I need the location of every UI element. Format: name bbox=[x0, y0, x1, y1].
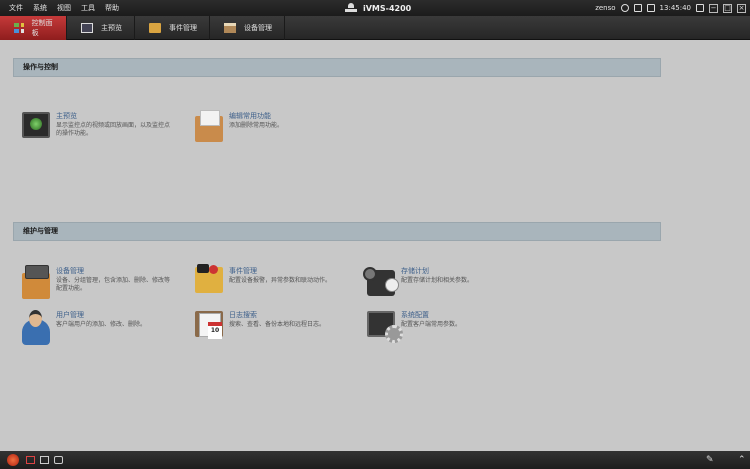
tab-label: 事件管理 bbox=[169, 24, 197, 32]
screen-icon[interactable] bbox=[40, 456, 49, 464]
func-title[interactable]: 设备管理 bbox=[56, 267, 171, 276]
func-user-management[interactable]: 用户管理 客户端用户的添加、修改、删除。 bbox=[22, 310, 171, 345]
menu-file[interactable]: 文件 bbox=[4, 0, 28, 16]
close-button[interactable]: × bbox=[737, 3, 746, 13]
tab-label: 控制面板 bbox=[31, 19, 53, 37]
func-title[interactable]: 系统配置 bbox=[401, 311, 516, 320]
func-desc: 显示监控点的视频或回放画面，以及监控点的操作功能。 bbox=[56, 122, 171, 137]
section-header-maintenance: 维护与管理 bbox=[13, 222, 661, 241]
func-title[interactable]: 存储计划 bbox=[401, 267, 516, 276]
func-desc: 客户端用户的添加、修改、删除。 bbox=[56, 321, 147, 328]
bottom-bar: ✎ ⌃ bbox=[0, 451, 750, 469]
current-user: zenso bbox=[595, 4, 616, 12]
status-area: zenso 13:45:40 − □ × bbox=[595, 0, 746, 16]
menu-view[interactable]: 视图 bbox=[52, 0, 76, 16]
event-management-icon bbox=[195, 264, 223, 293]
func-title[interactable]: 日志搜索 bbox=[229, 311, 344, 320]
list-icon[interactable] bbox=[633, 4, 642, 12]
log-search-icon bbox=[195, 311, 223, 339]
device-management-icon bbox=[22, 265, 50, 299]
menu-tools[interactable]: 工具 bbox=[76, 0, 100, 16]
event-folder-icon bbox=[149, 23, 161, 33]
func-event-management[interactable]: 事件管理 配置设备报警，异常参数和联动动作。 bbox=[195, 264, 344, 293]
main-view-icon bbox=[81, 23, 93, 33]
pin-icon[interactable]: ✎ bbox=[706, 454, 714, 466]
tab-label: 主预览 bbox=[101, 24, 122, 32]
camera-logo-icon bbox=[345, 3, 357, 13]
clock: 13:45:40 bbox=[659, 4, 691, 12]
func-desc: 设备、分组管理，包含添加、删除、修改等配置功能。 bbox=[56, 277, 171, 292]
app-title: iVMS-4200 bbox=[345, 0, 411, 16]
control-panel-icon bbox=[14, 23, 24, 33]
tab-control-panel[interactable]: 控制面板 bbox=[0, 16, 67, 40]
sound-icon[interactable] bbox=[54, 456, 63, 464]
func-desc: 添加删除常用功能。 bbox=[229, 122, 284, 129]
user-management-icon bbox=[22, 310, 50, 345]
edit-favorites-icon bbox=[195, 110, 223, 142]
storage-camera-icon bbox=[363, 267, 399, 296]
restore-button[interactable]: □ bbox=[723, 3, 732, 13]
func-title[interactable]: 主预览 bbox=[56, 112, 171, 121]
func-desc: 搜索、查看、备份本地和远程日志。 bbox=[229, 321, 326, 328]
expand-icon[interactable]: ⌃ bbox=[738, 454, 746, 466]
func-desc: 配置存储计划和相关参数。 bbox=[401, 277, 474, 284]
system-config-icon bbox=[367, 311, 403, 343]
lock-icon[interactable] bbox=[696, 4, 704, 12]
func-system-config[interactable]: 系统配置 配置客户端常用参数。 bbox=[367, 311, 516, 343]
func-title[interactable]: 编辑常用功能 bbox=[229, 112, 344, 121]
tab-event-management[interactable]: 事件管理 bbox=[135, 16, 210, 40]
tab-bar: 控制面板 主预览 事件管理 设备管理 bbox=[0, 16, 750, 40]
main-menu: 文件 系统 视图 工具 帮助 bbox=[4, 0, 124, 16]
app-title-text: iVMS-4200 bbox=[363, 3, 412, 13]
tab-main-view[interactable]: 主预览 bbox=[67, 16, 135, 40]
tab-label: 设备管理 bbox=[244, 24, 272, 32]
menu-help[interactable]: 帮助 bbox=[100, 0, 124, 16]
device-box-icon bbox=[224, 23, 236, 33]
func-title[interactable]: 事件管理 bbox=[229, 267, 344, 276]
func-desc: 配置设备报警，异常参数和联动动作。 bbox=[229, 277, 332, 284]
func-desc: 配置客户端常用参数。 bbox=[401, 321, 462, 328]
func-main-view[interactable]: 主预览 显示监控点的视频或回放画面，以及监控点的操作功能。 bbox=[22, 112, 171, 138]
func-storage-schedule[interactable]: 存储计划 配置存储计划和相关参数。 bbox=[363, 267, 516, 296]
minimize-button[interactable]: − bbox=[709, 3, 718, 13]
menu-system[interactable]: 系统 bbox=[28, 0, 52, 16]
cpu-icon[interactable] bbox=[646, 4, 655, 12]
tab-device-management[interactable]: 设备管理 bbox=[210, 16, 285, 40]
func-title[interactable]: 用户管理 bbox=[56, 311, 171, 320]
alarm-list-icon[interactable] bbox=[26, 456, 35, 464]
func-edit-favorites[interactable]: 编辑常用功能 添加删除常用功能。 bbox=[195, 110, 344, 142]
alarm-icon[interactable] bbox=[7, 454, 19, 466]
menu-bar: 文件 系统 视图 工具 帮助 iVMS-4200 zenso 13:45:40 … bbox=[0, 0, 750, 16]
func-log-search[interactable]: 日志搜索 搜索、查看、备份本地和远程日志。 bbox=[195, 311, 344, 339]
section-header-operation: 操作与控制 bbox=[13, 58, 661, 77]
main-view-icon bbox=[22, 112, 50, 138]
func-device-management[interactable]: 设备管理 设备、分组管理，包含添加、删除、修改等配置功能。 bbox=[22, 265, 171, 299]
globe-icon[interactable] bbox=[620, 4, 629, 12]
